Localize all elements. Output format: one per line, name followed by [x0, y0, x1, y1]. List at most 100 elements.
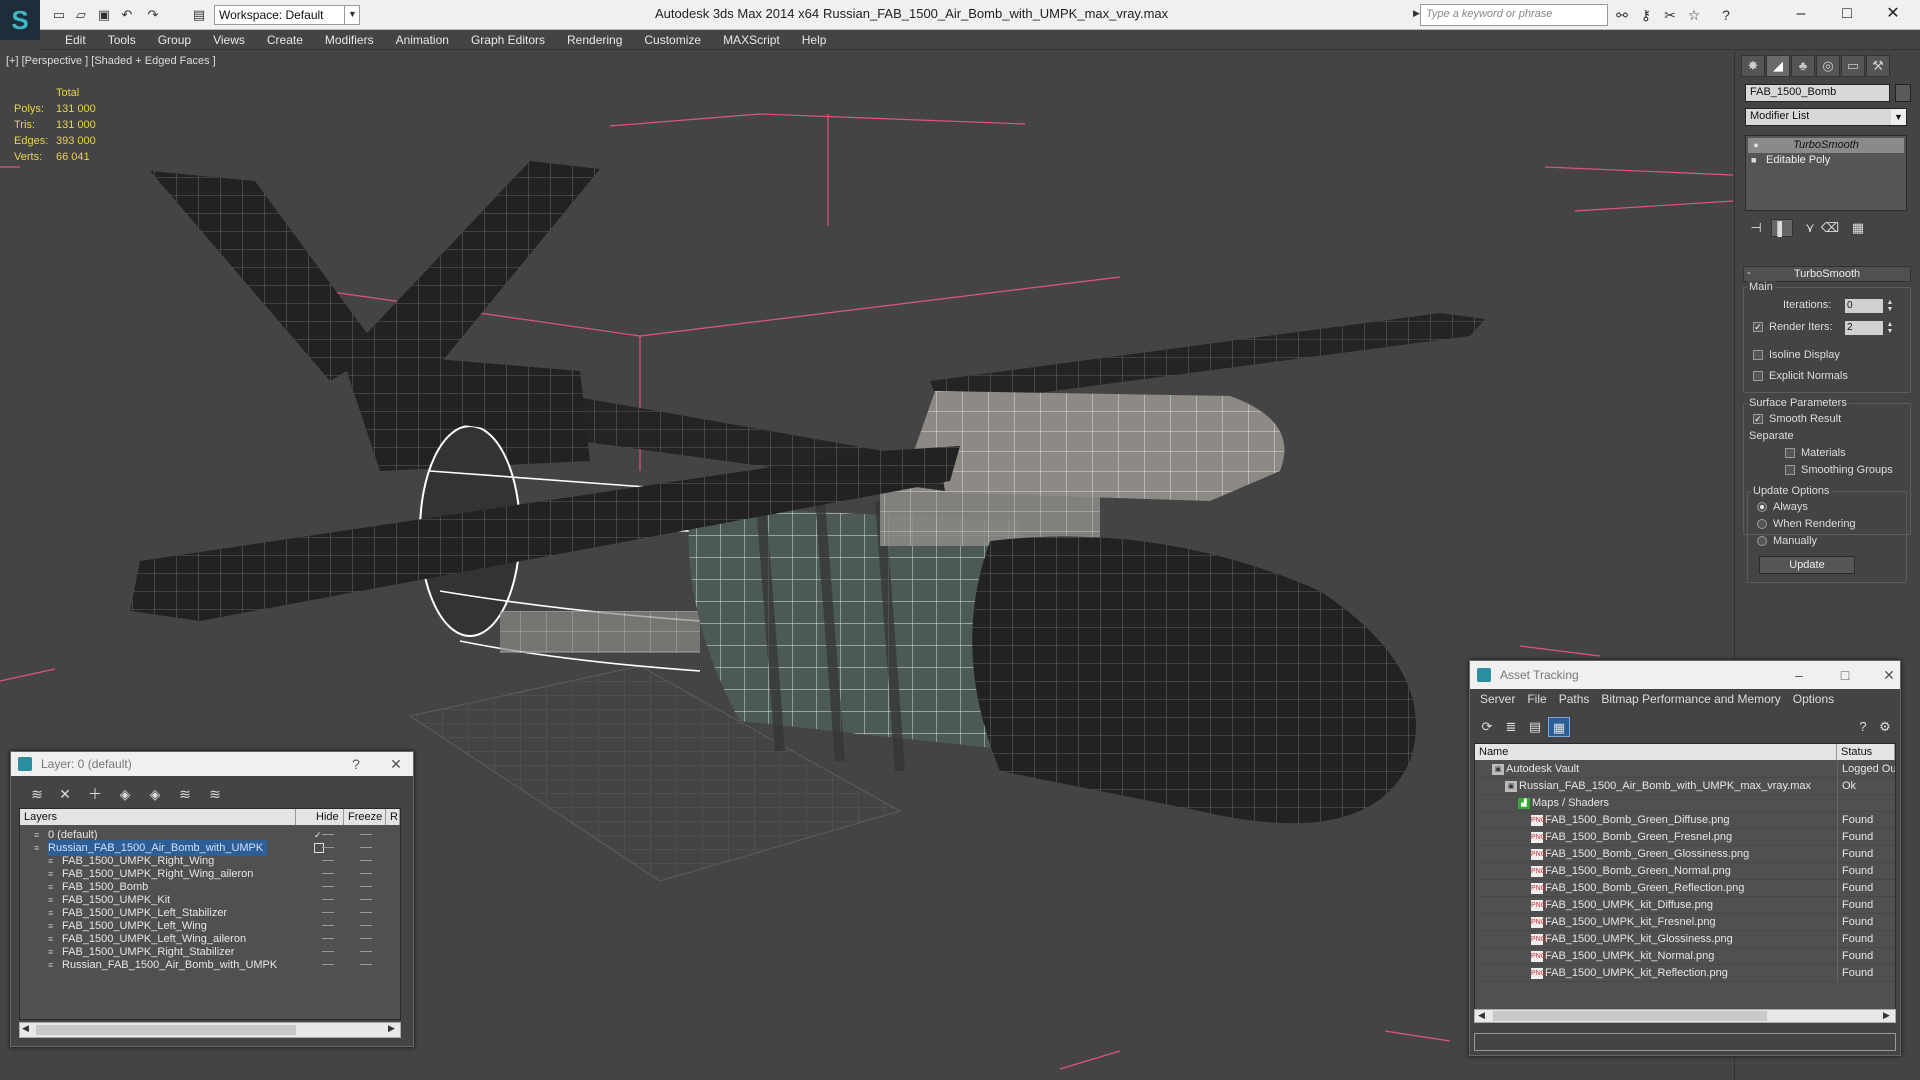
asset-row[interactable]: ▟ Maps / Shaders [1475, 795, 1895, 812]
undo-icon[interactable]: ↶ [118, 6, 136, 24]
lightbulb-icon[interactable]: ● [1751, 140, 1761, 150]
freeze-all-icon[interactable]: ≋ [203, 784, 227, 804]
modifier-stack[interactable]: ● TurboSmooth ■ Editable Poly [1745, 135, 1907, 211]
create-tab-icon[interactable]: ✸ [1741, 55, 1765, 77]
scrollbar-thumb[interactable] [36, 1025, 296, 1035]
asset-row[interactable]: ▣ Russian_FAB_1500_Air_Bomb_with_UMPK_max… [1475, 778, 1895, 795]
spinner-arrows-icon[interactable]: ▲ ▼ [1885, 321, 1895, 335]
layer-list[interactable]: Layers Hide Freeze R ≡ 0 (default) ✓ ≡ Russi… [19, 808, 401, 1020]
active-layer-check-icon[interactable]: ✓ [314, 830, 324, 840]
hide-toggle[interactable] [322, 860, 334, 861]
col-hide[interactable]: Hide [312, 809, 344, 825]
layer-row[interactable]: ≡ Russian_FAB_1500_Air_Bomb_with_UMPK [20, 957, 400, 973]
render-iters-spinner[interactable]: 2 [1845, 321, 1883, 335]
asset-row[interactable]: PNG FAB_1500_UMPK_kit_Normal.png Found [1475, 948, 1895, 965]
delete-layer-icon[interactable]: ✕ [53, 784, 77, 804]
menu-edit[interactable]: Edit [54, 30, 97, 49]
freeze-toggle[interactable] [360, 886, 372, 887]
asset-row[interactable]: PNG FAB_1500_UMPK_kit_Fresnel.png Found [1475, 914, 1895, 931]
collapse-icon[interactable]: - [1747, 266, 1751, 280]
new-icon[interactable]: ▭ [50, 6, 68, 24]
col-render[interactable]: R [386, 809, 400, 825]
menu-views[interactable]: Views [202, 30, 256, 49]
asset-menu-server[interactable]: Server [1474, 689, 1521, 709]
asset-menu-file[interactable]: File [1521, 689, 1552, 709]
make-unique-icon[interactable]: ⋎ [1799, 219, 1821, 237]
manually-radio[interactable] [1757, 536, 1767, 546]
asset-row[interactable]: PNG FAB_1500_Bomb_Green_Diffuse.png Found [1475, 812, 1895, 829]
scroll-left-icon[interactable]: ◀ [1478, 1010, 1485, 1021]
menu-rendering[interactable]: Rendering [556, 30, 633, 49]
list-view-icon[interactable]: ≣ [1500, 717, 1522, 737]
menu-create[interactable]: Create [256, 30, 314, 49]
when-rendering-radio[interactable] [1757, 519, 1767, 529]
freeze-toggle[interactable] [360, 860, 372, 861]
update-button[interactable]: Update [1759, 556, 1855, 574]
configure-sets-icon[interactable]: ▦ [1847, 219, 1869, 237]
col-freeze[interactable]: Freeze [344, 809, 386, 825]
col-layers[interactable]: Layers [20, 809, 296, 825]
scroll-right-icon[interactable]: ▶ [388, 1023, 395, 1034]
close-button[interactable]: ✕ [1870, 0, 1916, 30]
hide-toggle[interactable] [322, 886, 334, 887]
asset-menu-options[interactable]: Options [1787, 689, 1840, 709]
hide-toggle[interactable] [322, 912, 334, 913]
table-view-icon[interactable]: ▦ [1548, 717, 1570, 737]
freeze-toggle[interactable] [360, 834, 372, 835]
help-icon[interactable]: ? [1716, 6, 1736, 24]
details-view-icon[interactable]: ▤ [1524, 717, 1546, 737]
highlight-selected-icon[interactable]: ◈ [143, 784, 167, 804]
modify-tab-icon[interactable]: ◢ [1766, 55, 1790, 77]
materials-checkbox[interactable] [1785, 448, 1795, 458]
col-status[interactable]: Status [1837, 744, 1895, 760]
menu-customize[interactable]: Customize [633, 30, 712, 49]
freeze-toggle[interactable] [360, 964, 372, 965]
search-input[interactable]: Type a keyword or phrase [1420, 4, 1608, 26]
asset-row[interactable]: PNG FAB_1500_UMPK_kit_Reflection.png Found [1475, 965, 1895, 982]
search-expand-icon[interactable]: ▶ [1413, 8, 1420, 19]
show-end-result-icon[interactable]: ▌ [1771, 219, 1793, 237]
close-button[interactable]: ✕ [383, 752, 409, 776]
key-icon[interactable]: ⚷ [1636, 6, 1656, 24]
hide-toggle[interactable] [322, 925, 334, 926]
binoculars-icon[interactable]: ⚯ [1612, 6, 1632, 24]
path-input[interactable] [1474, 1033, 1896, 1051]
freeze-toggle[interactable] [360, 912, 372, 913]
tools-icon[interactable]: ✂ [1660, 6, 1680, 24]
motion-tab-icon[interactable]: ◎ [1816, 55, 1840, 77]
hide-toggle[interactable] [322, 964, 334, 965]
menu-maxscript[interactable]: MAXScript [712, 30, 791, 49]
freeze-toggle[interactable] [360, 938, 372, 939]
menu-modifiers[interactable]: Modifiers [314, 30, 385, 49]
freeze-toggle[interactable] [360, 899, 372, 900]
menu-animation[interactable]: Animation [385, 30, 460, 49]
menu-tools[interactable]: Tools [97, 30, 147, 49]
menu-graph-editors[interactable]: Graph Editors [460, 30, 556, 49]
refresh-icon[interactable]: ⟳ [1476, 717, 1498, 737]
layer-name[interactable]: Russian_FAB_1500_Air_Bomb_with_UMPK [62, 957, 281, 973]
scroll-left-icon[interactable]: ◀ [22, 1023, 29, 1034]
minimize-button[interactable]: – [1778, 0, 1824, 30]
app-logo-icon[interactable]: S [0, 0, 40, 40]
spinner-arrows-icon[interactable]: ▲ ▼ [1885, 299, 1895, 313]
asset-menu-paths[interactable]: Paths [1553, 689, 1596, 709]
asset-row[interactable]: PNG FAB_1500_Bomb_Green_Glossiness.png Fou… [1475, 846, 1895, 863]
viewport-label[interactable]: [+] [Perspective ] [Shaded + Edged Faces… [6, 55, 216, 67]
col-name[interactable]: Name [1475, 744, 1837, 760]
workspace-dropdown[interactable]: Workspace: Default [214, 5, 360, 25]
hide-toggle[interactable] [322, 938, 334, 939]
object-name-field[interactable]: FAB_1500_Bomb [1745, 84, 1890, 102]
hierarchy-tab-icon[interactable]: ♣ [1791, 55, 1815, 77]
asset-menu-bitmap-performance-and-memory[interactable]: Bitmap Performance and Memory [1595, 689, 1786, 709]
asset-row[interactable]: PNG FAB_1500_UMPK_kit_Glossiness.png Found [1475, 931, 1895, 948]
menu-help[interactable]: Help [791, 30, 838, 49]
hide-toggle[interactable] [322, 873, 334, 874]
maximize-button[interactable]: □ [1824, 0, 1870, 30]
asset-row[interactable]: PNG FAB_1500_UMPK_kit_Diffuse.png Found [1475, 897, 1895, 914]
freeze-toggle[interactable] [360, 925, 372, 926]
asset-row[interactable]: PNG FAB_1500_Bomb_Green_Fresnel.png Found [1475, 829, 1895, 846]
stack-item-turbosmooth[interactable]: ● TurboSmooth [1748, 138, 1904, 153]
workspace-arrow-icon[interactable]: ▼ [344, 5, 360, 25]
utilities-tab-icon[interactable]: ⚒ [1866, 55, 1890, 77]
remove-modifier-icon[interactable]: ⌫ [1819, 219, 1841, 237]
